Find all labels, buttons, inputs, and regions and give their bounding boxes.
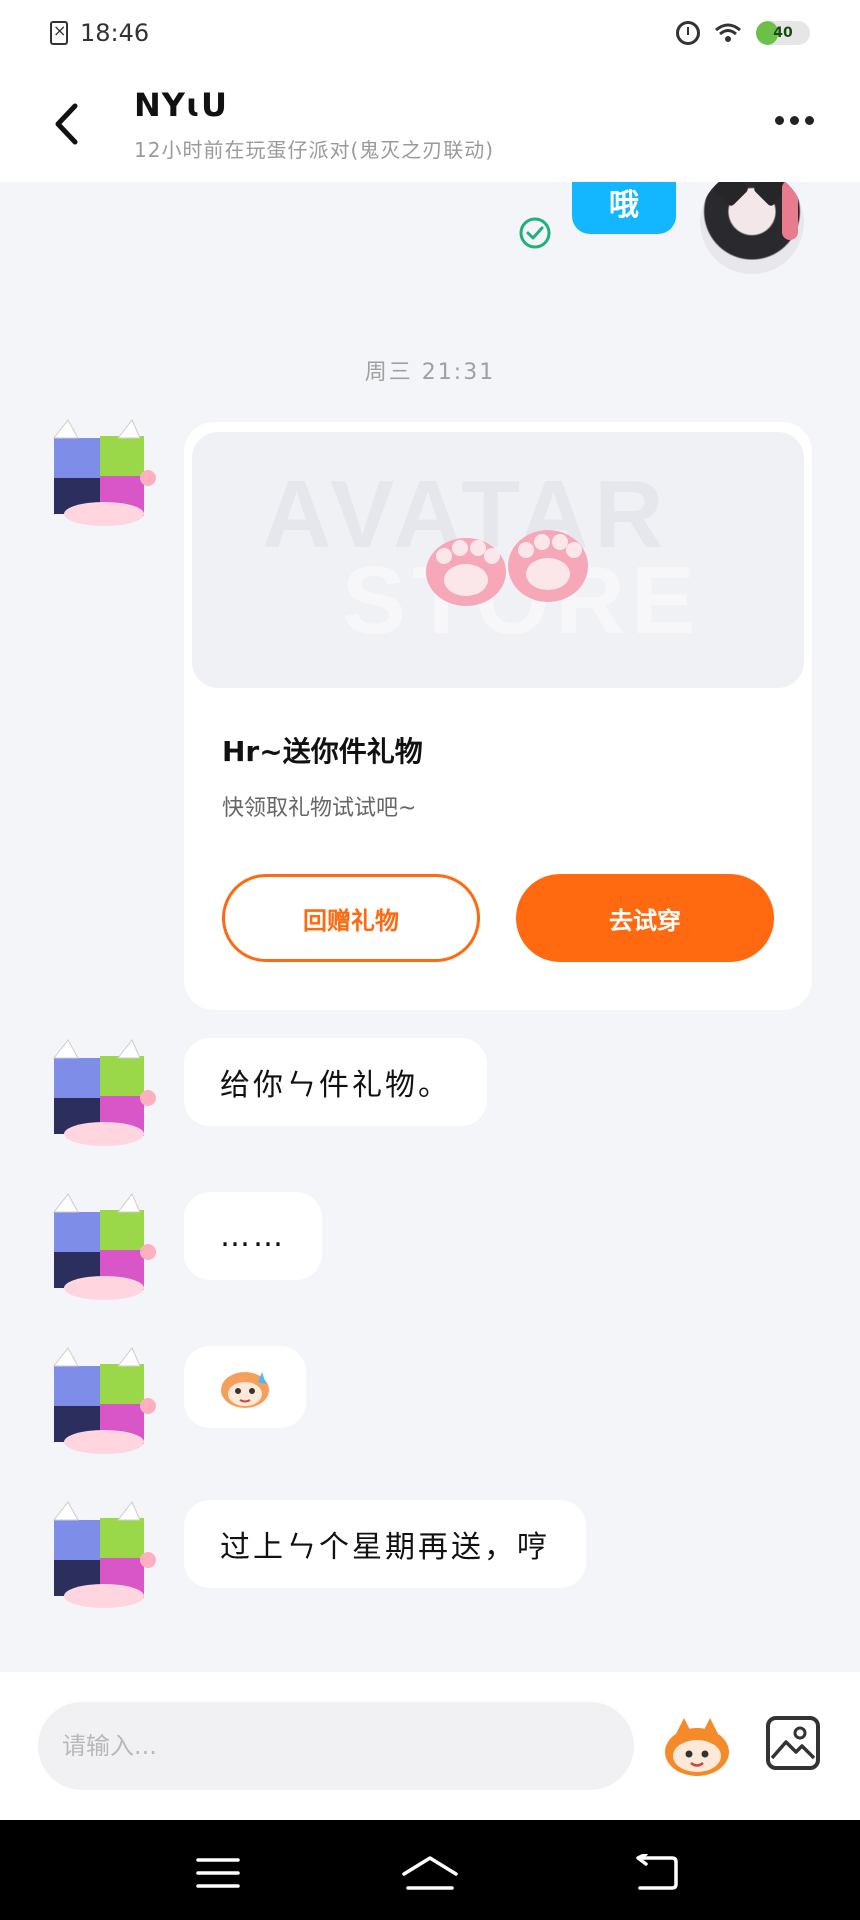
gift-banner: AVATAR STORE bbox=[192, 432, 804, 688]
message-bubble[interactable]: …… bbox=[184, 1192, 322, 1280]
message-input[interactable] bbox=[38, 1702, 634, 1790]
peer-avatar[interactable] bbox=[48, 1192, 160, 1304]
contact-name: NYɩU bbox=[134, 86, 229, 124]
no-sim-icon bbox=[50, 21, 68, 45]
image-picker-button[interactable] bbox=[766, 1716, 820, 1770]
message-bubble[interactable]: 给你ㄣ件礼物。 bbox=[184, 1038, 487, 1126]
battery-indicator: 40 bbox=[756, 21, 810, 45]
my-avatar[interactable] bbox=[700, 182, 804, 274]
avatar-tail-shape bbox=[782, 182, 798, 240]
system-nav-bar bbox=[0, 1820, 860, 1920]
peer-avatar[interactable] bbox=[48, 1500, 160, 1612]
chat-title[interactable]: NYɩU 12小时前在玩蛋仔派对(鬼灭之刃联动) bbox=[134, 86, 494, 163]
battery-level: 40 bbox=[773, 25, 793, 41]
gift-subtitle: 快领取礼物试试吧~ bbox=[222, 796, 417, 821]
chat-header: NYɩU 12小时前在玩蛋仔派对(鬼灭之刃联动) bbox=[0, 66, 860, 182]
message-text: 给你ㄣ件礼物。 bbox=[220, 1068, 451, 1103]
contact-status: 12小时前在玩蛋仔派对(鬼灭之刃联动) bbox=[134, 138, 495, 162]
read-check-icon bbox=[519, 217, 551, 249]
back-button[interactable] bbox=[46, 98, 86, 150]
back-nav-icon[interactable] bbox=[632, 1854, 680, 1892]
wifi-icon bbox=[715, 23, 741, 42]
peer-avatar[interactable] bbox=[48, 1346, 160, 1458]
emoji-button-icon[interactable] bbox=[662, 1716, 732, 1778]
input-bar bbox=[0, 1672, 860, 1820]
more-dot-icon bbox=[790, 116, 799, 125]
message-text: …… bbox=[220, 1218, 286, 1254]
chevron-left-icon bbox=[55, 103, 78, 145]
menu-icon[interactable] bbox=[194, 1854, 242, 1892]
message-text: 过上ㄣ个星期再送，哼 bbox=[220, 1530, 550, 1565]
sticker-bubble[interactable] bbox=[184, 1346, 306, 1428]
gift-title: Hr~送你件礼物 bbox=[222, 735, 423, 768]
peer-avatar[interactable] bbox=[48, 1038, 160, 1150]
more-options-button[interactable] bbox=[775, 116, 814, 125]
time-divider: 周三 21:31 bbox=[364, 360, 496, 385]
message-bubble[interactable]: 过上ㄣ个星期再送，哼 bbox=[184, 1500, 586, 1588]
peer-avatar[interactable] bbox=[48, 418, 160, 530]
image-icon bbox=[770, 1726, 816, 1760]
chat-messages[interactable]: 哦 周三 21:31 AVATAR STORE Hr~送你件礼物 快领取礼物试试… bbox=[0, 182, 860, 1672]
more-dot-icon bbox=[805, 116, 814, 125]
eggy-sticker-icon bbox=[221, 1372, 269, 1408]
status-bar: 18:46 40 bbox=[0, 0, 860, 66]
alarm-icon bbox=[676, 21, 700, 45]
more-dot-icon bbox=[775, 116, 784, 125]
gift-card[interactable]: AVATAR STORE Hr~送你件礼物 快领取礼物试试吧~ 回赠礼物 去试穿 bbox=[184, 422, 812, 1010]
cat-paw-gloves-image bbox=[426, 530, 588, 606]
clock: 18:46 bbox=[80, 19, 150, 47]
sent-message-text: 哦 bbox=[609, 188, 639, 223]
sent-message-bubble[interactable]: 哦 bbox=[572, 182, 676, 234]
home-icon[interactable] bbox=[400, 1854, 460, 1892]
regift-button[interactable]: 回赠礼物 bbox=[222, 874, 480, 962]
avatar-ear-shape bbox=[712, 182, 750, 208]
try-on-button[interactable]: 去试穿 bbox=[516, 874, 774, 962]
